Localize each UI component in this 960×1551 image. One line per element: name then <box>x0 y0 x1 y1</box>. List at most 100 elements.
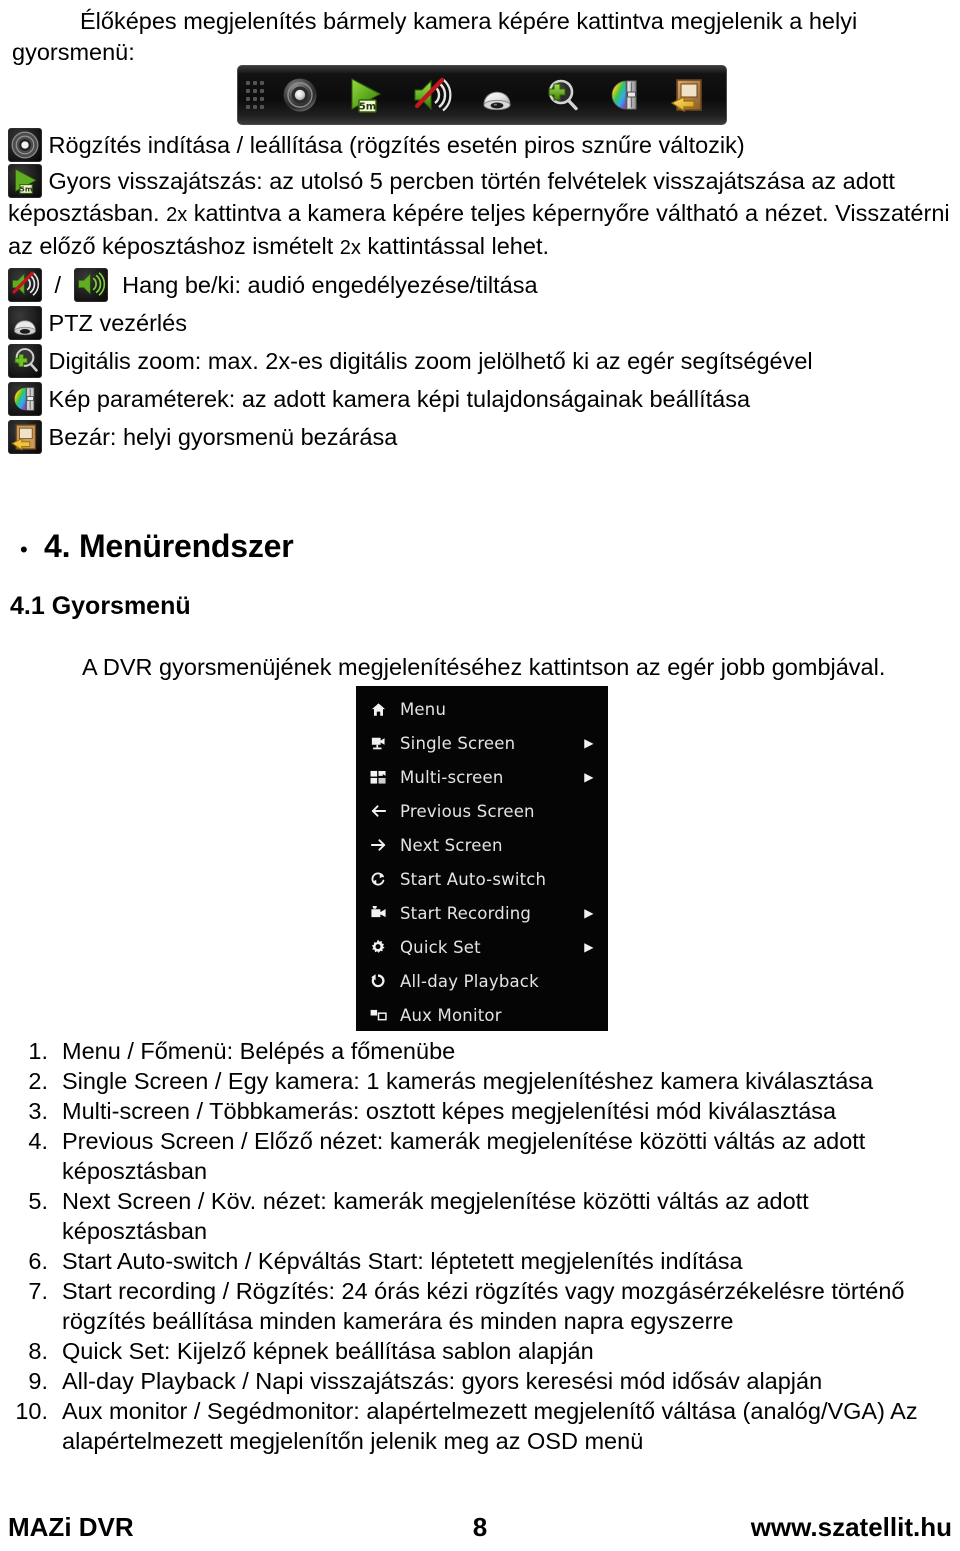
toolbar-audio-mute-button[interactable] <box>398 72 465 118</box>
record-icon <box>283 78 317 112</box>
close-door-icon <box>8 420 42 454</box>
record-icon <box>8 128 42 162</box>
list-item-number: 5. <box>28 1188 48 1214</box>
toolbar-digital-zoom-button[interactable] <box>529 72 594 118</box>
list-item: 5. Next Screen / Köv. nézet: kamerák meg… <box>10 1186 960 1246</box>
quick-playback-5m-icon: 5m <box>351 78 381 113</box>
description-text: Bezár: helyi gyorsmenü bezárása <box>48 424 398 450</box>
home-icon <box>356 702 400 717</box>
description-text: Digitális zoom: max. 2x-es digitális zoo… <box>48 348 813 374</box>
list-item-text: Previous Screen / Előző nézet: kamerák m… <box>62 1128 866 1184</box>
menu-item-quick-set[interactable]: Quick Set ▶ <box>356 930 608 964</box>
menu-item-label: Previous Screen <box>400 801 535 821</box>
description-row-quick-playback: 5m Gyors visszajátszás: az utolsó 5 perc… <box>8 164 952 264</box>
list-item: 6. Start Auto-switch / Képváltás Start: … <box>10 1246 960 1276</box>
svg-text:5m: 5m <box>359 102 376 113</box>
menu-item-aux-monitor[interactable]: Aux Monitor <box>356 998 608 1032</box>
intro-paragraph: Élőképes megjelenítés bármely kamera kép… <box>12 8 858 65</box>
menu-item-label: Start Auto-switch <box>400 869 547 889</box>
aux-monitor-icon <box>356 1009 400 1022</box>
dvr-context-menu: Menu Single Screen ▶ Multi-screen ▶ Prev… <box>356 686 608 1031</box>
menu-item-start-recording[interactable]: Start Recording ▶ <box>356 896 608 930</box>
toolbar-record-button[interactable] <box>268 72 331 118</box>
menu-item-label: Menu <box>400 699 447 719</box>
menu-item-previous-screen[interactable]: Previous Screen <box>356 794 608 828</box>
image-settings-icon <box>611 80 637 110</box>
footer-brand: MAZi DVR <box>8 1512 134 1542</box>
dvr-quick-toolbar: 5m <box>237 65 727 125</box>
heading-bullet: • <box>20 537 28 562</box>
list-item-number: 7. <box>28 1278 48 1304</box>
list-item-number: 2. <box>28 1068 48 1094</box>
audio-icons-separator: / <box>54 272 62 298</box>
toolbar-image-settings-button[interactable] <box>594 72 657 118</box>
description-row-ptz: PTZ vezérlés <box>8 306 952 340</box>
list-item-text: Quick Set: Kijelző képnek beállítása sab… <box>62 1338 594 1364</box>
description-row-close: Bezár: helyi gyorsmenü bezárása <box>8 420 952 454</box>
auto-switch-icon <box>356 871 400 887</box>
menu-item-all-day-playback[interactable]: All-day Playback <box>356 964 608 998</box>
menu-item-label: Start Recording <box>400 903 532 923</box>
svg-text:5m: 5m <box>20 185 33 194</box>
list-item-text: Start recording / Rögzítés: 24 órás kézi… <box>62 1278 905 1334</box>
audio-mute-icon <box>414 77 452 112</box>
audio-on-icon <box>73 268 108 302</box>
toolbar-close-button[interactable] <box>657 72 720 118</box>
footer-website: www.szatellit.hu <box>750 1512 952 1542</box>
arrow-right-icon <box>356 838 400 852</box>
menu-item-label: Single Screen <box>400 733 516 753</box>
playback-icon <box>356 973 400 989</box>
ptz-dome-icon <box>8 306 42 340</box>
menu-item-label: Multi-screen <box>400 767 504 787</box>
list-item-text: Single Screen / Egy kamera: 1 kamerás me… <box>62 1068 874 1094</box>
image-settings-icon <box>8 382 42 416</box>
document-page: Élőképes megjelenítés bármely kamera kép… <box>0 0 960 1551</box>
list-item-number: 4. <box>28 1128 48 1154</box>
list-item: 9. All-day Playback / Napi visszajátszás… <box>10 1366 960 1396</box>
menu-item-single-screen[interactable]: Single Screen ▶ <box>356 726 608 760</box>
description-row-digital-zoom: Digitális zoom: max. 2x-es digitális zoo… <box>8 344 952 378</box>
list-item-text: Menu / Főmenü: Belépés a főmenübe <box>62 1038 456 1064</box>
menu-item-label: Next Screen <box>400 835 503 855</box>
digital-zoom-icon <box>8 344 42 378</box>
submenu-arrow-icon: ▶ <box>584 906 594 920</box>
list-item: 1. Menu / Főmenü: Belépés a főmenübe <box>10 1036 960 1066</box>
list-item-number: 8. <box>28 1338 48 1364</box>
lead-paragraph: A DVR gyorsmenüjének megjelenítéséhez ka… <box>82 654 886 680</box>
list-item: 2. Single Screen / Egy kamera: 1 kamerás… <box>10 1066 960 1096</box>
close-door-icon <box>671 79 703 113</box>
list-item-text: Aux monitor / Segédmonitor: alapértelmez… <box>62 1398 918 1454</box>
list-item: 4. Previous Screen / Előző nézet: kamerá… <box>10 1126 960 1186</box>
page-title: 4. Menürendszer <box>44 528 294 564</box>
description-text: PTZ vezérlés <box>48 310 187 336</box>
list-item-text: Next Screen / Köv. nézet: kamerák megjel… <box>62 1188 809 1244</box>
list-item-number: 9. <box>28 1368 48 1394</box>
menu-item-menu[interactable]: Menu <box>356 692 608 726</box>
description-text-2x-a: 2x <box>166 204 188 226</box>
description-row-audio: / Hang be/ki: audió engedélyezése/tiltás… <box>8 268 952 302</box>
single-camera-icon <box>356 736 400 750</box>
description-text: Hang be/ki: audió engedélyezése/tiltása <box>122 272 538 298</box>
ptz-dome-icon <box>483 91 511 111</box>
list-item: 7. Start recording / Rögzítés: 24 órás k… <box>10 1276 960 1336</box>
menu-item-start-auto-switch[interactable]: Start Auto-switch <box>356 862 608 896</box>
list-item-number: 3. <box>28 1098 48 1124</box>
menu-item-label: Aux Monitor <box>400 1005 502 1025</box>
list-item: 10. Aux monitor / Segédmonitor: alapérte… <box>10 1396 960 1456</box>
icon-description-list: Rögzítés indítása / leállítása (rögzítés… <box>8 128 952 454</box>
digital-zoom-icon <box>548 79 578 111</box>
menu-item-multi-screen[interactable]: Multi-screen ▶ <box>356 760 608 794</box>
list-item: 3. Multi-screen / Többkamerás: osztott k… <box>10 1096 960 1126</box>
list-item-text: Multi-screen / Többkamerás: osztott képe… <box>62 1098 837 1124</box>
drag-grip-icon[interactable] <box>244 77 266 113</box>
description-row-record: Rögzítés indítása / leállítása (rögzítés… <box>8 128 952 162</box>
description-text: Kép paraméterek: az adott kamera képi tu… <box>48 386 751 412</box>
menu-item-next-screen[interactable]: Next Screen <box>356 828 608 862</box>
toolbar-quick-playback-button[interactable]: 5m <box>331 72 398 118</box>
menu-item-label: Quick Set <box>400 937 481 957</box>
submenu-arrow-icon: ▶ <box>584 770 594 784</box>
toolbar-ptz-button[interactable] <box>465 72 528 118</box>
description-row-image-settings: Kép paraméterek: az adott kamera képi tu… <box>8 382 952 416</box>
list-item-number: 10. <box>15 1398 48 1424</box>
footer-page-number: 8 <box>472 1512 488 1542</box>
